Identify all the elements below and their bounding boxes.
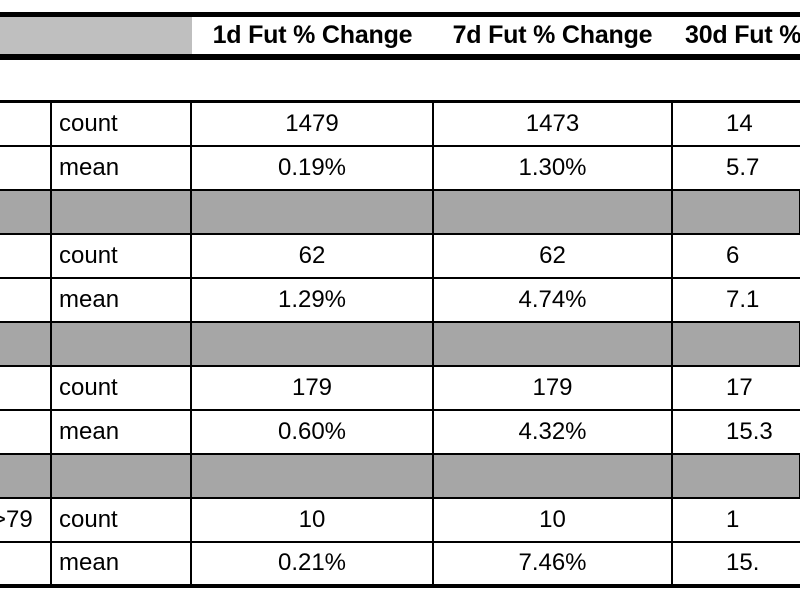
table-row: count 179 179 17 [0,364,800,411]
separator-cell [432,452,673,499]
separator-cell [0,452,52,499]
row-index-cell [0,364,52,411]
table-row: count 62 62 6 [0,232,800,279]
cell-7d: 4.32% [432,408,673,455]
cell-30d: 15.3 [671,408,800,455]
table-row: mean 0.19% 1.30% 5.7 [0,144,800,191]
cell-7d: 1473 [432,100,673,147]
row-index-cell [0,408,52,455]
separator-cell [432,320,673,367]
separator-cell [50,320,192,367]
cell-7d: 62 [432,232,673,279]
cell-7d: 179 [432,364,673,411]
cell-30d: 17 [671,364,800,411]
table-row: >79 count 10 10 1 [0,496,800,543]
statistics-table: count 1479 1473 14 mean 0.19% 1.30% 5.7 [0,100,800,588]
column-header-30d: 30d Fut % [672,17,800,54]
cell-30d: 14 [671,100,800,147]
cell-7d: 10 [432,496,673,543]
separator-cell [432,188,673,235]
row-index-cell [0,100,52,147]
separator-cell [190,188,434,235]
group-separator-row [0,320,800,367]
separator-cell [671,188,800,235]
cell-7d: 1.30% [432,144,673,191]
separator-cell [671,452,800,499]
cell-7d: 7.46% [432,540,673,588]
row-stat-label: mean [50,144,192,191]
cell-30d: 15. [671,540,800,588]
row-index-cell [0,276,52,323]
spreadsheet-screenshot: 1d Fut % Change 7d Fut % Change 30d Fut … [0,0,800,600]
cell-30d: 5.7 [671,144,800,191]
table-row: mean 1.29% 4.74% 7.1 [0,276,800,323]
cell-30d: 1 [671,496,800,543]
cell-1d: 0.21% [190,540,434,588]
cell-1d: 0.60% [190,408,434,455]
cell-1d: 179 [190,364,434,411]
cell-1d: 1.29% [190,276,434,323]
row-index-cell: >79 [0,496,52,543]
row-index-cell [0,144,52,191]
separator-cell [190,452,434,499]
separator-cell [0,188,52,235]
column-header-7d: 7d Fut % Change [433,17,672,54]
cell-1d: 0.19% [190,144,434,191]
table-row: mean 0.60% 4.32% 15.3 [0,408,800,455]
row-index-cell [0,232,52,279]
row-stat-label: mean [50,276,192,323]
separator-cell [50,188,192,235]
group-separator-row [0,188,800,235]
row-stat-label: count [50,496,192,543]
cell-7d: 4.74% [432,276,673,323]
table-header-row: 1d Fut % Change 7d Fut % Change 30d Fut … [0,12,800,60]
row-stat-label: count [50,100,192,147]
group-separator-row [0,452,800,499]
row-stat-label: mean [50,408,192,455]
cell-1d: 62 [190,232,434,279]
row-stat-label: count [50,364,192,411]
cell-30d: 7.1 [671,276,800,323]
table-row: count 1479 1473 14 [0,100,800,147]
cell-30d: 6 [671,232,800,279]
column-header-1d: 1d Fut % Change [192,17,433,54]
separator-cell [190,320,434,367]
header-body-gap [0,60,800,100]
row-index-cell [0,540,52,588]
cell-1d: 10 [190,496,434,543]
header-corner-cell [0,17,192,54]
separator-cell [0,320,52,367]
row-stat-label: mean [50,540,192,588]
table-row: mean 0.21% 7.46% 15. [0,540,800,588]
separator-cell [50,452,192,499]
separator-cell [671,320,800,367]
row-stat-label: count [50,232,192,279]
cell-1d: 1479 [190,100,434,147]
